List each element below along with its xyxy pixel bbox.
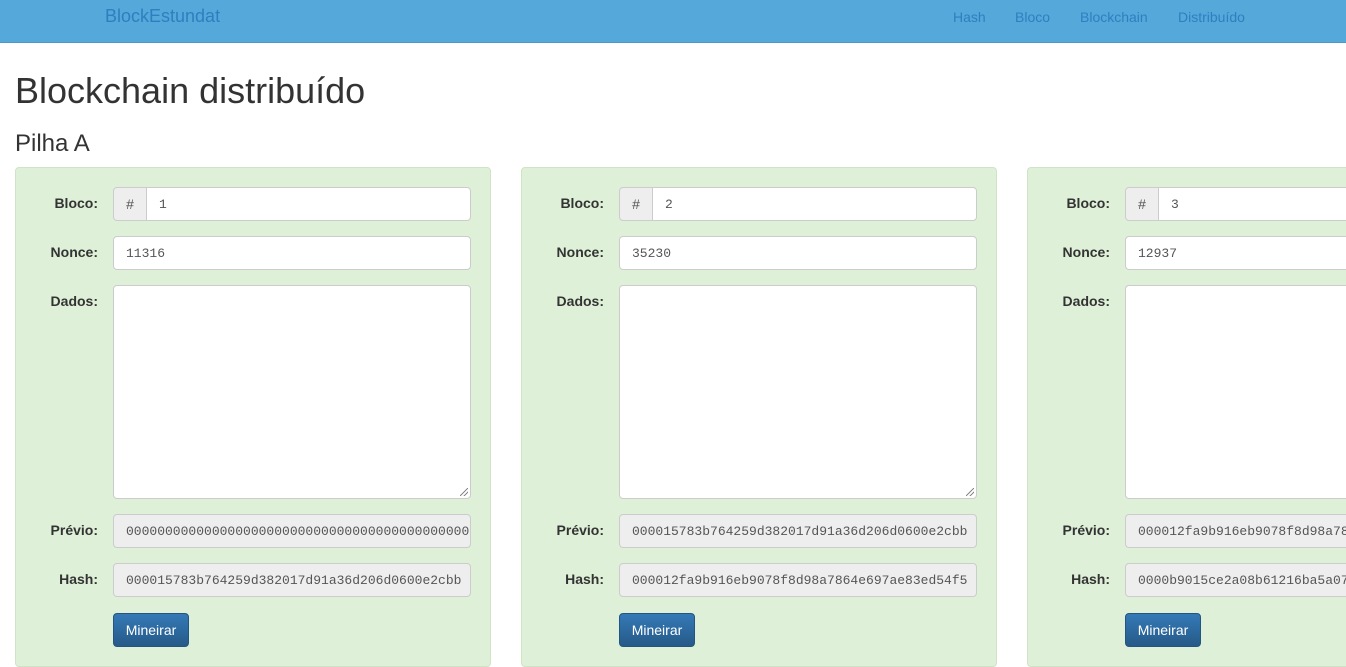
block-card-3: Bloco: # 3 Nonce: 12937 Dados: Prévio: 0…: [1027, 167, 1346, 667]
block-card-1: Bloco: # 1 Nonce: 11316 Dados: Prévio: 0…: [15, 167, 491, 667]
previous-hash-field[interactable]: 0000000000000000000000000000000000000000…: [113, 514, 471, 548]
block-number-input[interactable]: 1: [146, 187, 471, 221]
mine-button[interactable]: Mineirar: [619, 613, 695, 647]
previous-label: Prévio:: [556, 522, 604, 538]
nonce-label: Nonce:: [50, 244, 98, 260]
block-number-addon: #: [619, 187, 653, 221]
block-label: Bloco:: [1066, 195, 1110, 211]
previous-hash-field[interactable]: 000012fa9b916eb9078f8d98a78: [1125, 514, 1346, 548]
navbar: BlockEstundat Hash Bloco Blockchain Dist…: [0, 0, 1346, 43]
nav-link-blockchain[interactable]: Blockchain: [1080, 9, 1148, 25]
block-number-input[interactable]: 3: [1158, 187, 1346, 221]
block-number-input[interactable]: 2: [652, 187, 977, 221]
previous-label: Prévio:: [1062, 522, 1110, 538]
block-card-2: Bloco: # 2 Nonce: 35230 Dados: Prévio: 0…: [521, 167, 997, 667]
previous-hash-field[interactable]: 000015783b764259d382017d91a36d206d0600e2…: [619, 514, 977, 548]
mine-button[interactable]: Mineirar: [1125, 613, 1201, 647]
nonce-input[interactable]: 12937: [1125, 236, 1346, 270]
data-label: Dados:: [1062, 293, 1110, 309]
nav-link-bloco[interactable]: Bloco: [1015, 9, 1050, 25]
nonce-input[interactable]: 11316: [113, 236, 471, 270]
data-textarea[interactable]: [113, 285, 471, 499]
hash-label: Hash:: [565, 571, 604, 587]
chain-title: Pilha A: [15, 130, 90, 157]
resize-grip-icon[interactable]: [966, 488, 974, 496]
nonce-label: Nonce:: [556, 244, 604, 260]
block-number-addon: #: [1125, 187, 1159, 221]
previous-label: Prévio:: [50, 522, 98, 538]
hash-field[interactable]: 000015783b764259d382017d91a36d206d0600e2…: [113, 563, 471, 597]
brand-link[interactable]: BlockEstundat: [105, 6, 220, 27]
hash-label: Hash:: [59, 571, 98, 587]
hash-field[interactable]: 000012fa9b916eb9078f8d98a7864e697ae83ed5…: [619, 563, 977, 597]
data-label: Dados:: [556, 293, 604, 309]
nonce-input[interactable]: 35230: [619, 236, 977, 270]
hash-label: Hash:: [1071, 571, 1110, 587]
block-number-addon: #: [113, 187, 147, 221]
block-label: Bloco:: [560, 195, 604, 211]
mine-button[interactable]: Mineirar: [113, 613, 189, 647]
page-title: Blockchain distribuído: [15, 70, 366, 111]
hash-field[interactable]: 0000b9015ce2a08b61216ba5a07: [1125, 563, 1346, 597]
resize-grip-icon[interactable]: [460, 488, 468, 496]
nav-link-hash[interactable]: Hash: [953, 9, 986, 25]
block-label: Bloco:: [54, 195, 98, 211]
nav-link-distribuido[interactable]: Distribuído: [1178, 9, 1245, 25]
data-textarea[interactable]: [1125, 285, 1346, 499]
data-label: Dados:: [50, 293, 98, 309]
nonce-label: Nonce:: [1062, 244, 1110, 260]
data-textarea[interactable]: [619, 285, 977, 499]
